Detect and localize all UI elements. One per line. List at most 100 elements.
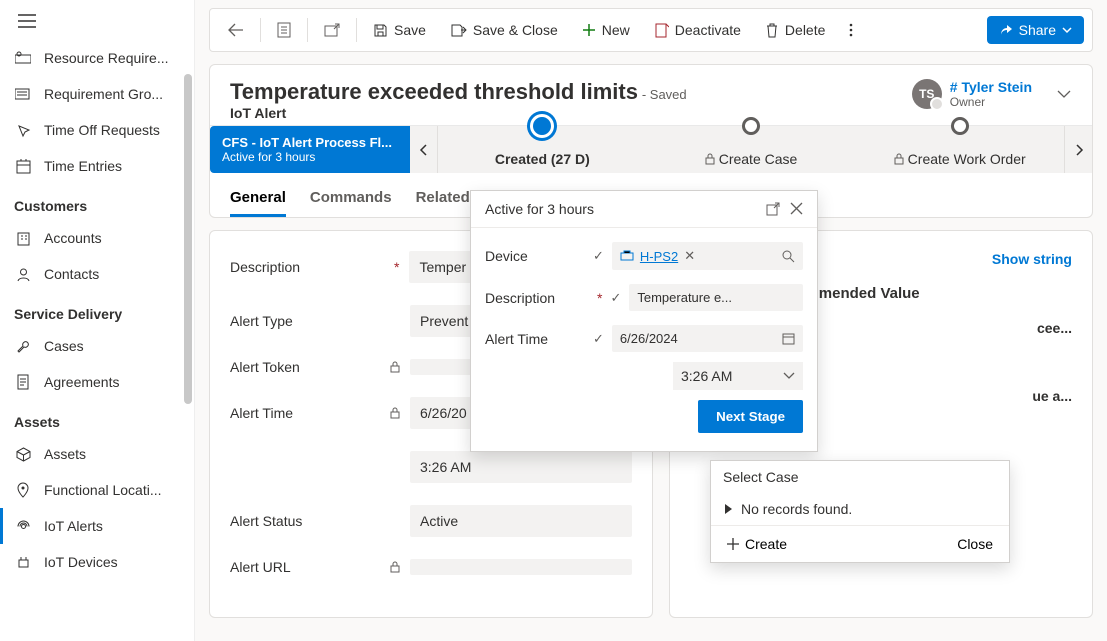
chevron-down-icon[interactable] [1056,89,1072,99]
dropdown-empty-text: No records found. [741,501,852,517]
check-icon: ✓ [593,248,604,264]
deactivate-icon [654,22,669,38]
device-link[interactable]: H-PS2 [640,249,678,264]
search-icon[interactable] [782,250,795,263]
record-type: IoT Alert [230,105,687,121]
deactivate-button[interactable]: Deactivate [644,16,751,44]
sidebar-item-time-off[interactable]: Time Off Requests [0,112,194,148]
sidebar-item-label: Time Off Requests [44,122,160,138]
field-alert-url: Alert URL [230,559,632,575]
wrench-icon [14,337,32,355]
delete-button[interactable]: Delete [755,16,835,44]
dropdown-heading: Select Case [711,461,1009,493]
sidebar-item-label: Assets [44,446,86,462]
flyout-field-alert-time[interactable]: Alert Time ✓ 6/26/2024 [485,325,803,352]
plus-icon [582,23,596,37]
sidebar-item-iot-alerts[interactable]: IoT Alerts [0,508,194,544]
sidebar-item-label: IoT Devices [44,554,118,570]
sidebar-item-agreements[interactable]: Agreements [0,364,194,400]
close-button[interactable]: Close [957,536,993,552]
stage-flyout: Active for 3 hours Device ✓ H-PS2 ✕ Desc… [470,190,818,452]
next-stage-button[interactable]: Next Stage [698,400,803,433]
select-case-dropdown: Select Case No records found. Create Clo… [710,460,1010,563]
trash-icon [765,22,779,38]
tab-general[interactable]: General [230,181,286,217]
create-button[interactable]: Create [727,536,787,552]
plus-icon [727,538,739,550]
requirement-group-icon [14,85,32,103]
sidebar-item-resource-requirements[interactable]: Resource Require... [0,40,194,76]
more-commands-button[interactable] [839,16,863,44]
calendar-icon[interactable] [782,332,795,345]
tab-commands[interactable]: Commands [310,181,392,217]
bpf-prev-button[interactable] [410,126,438,173]
sidebar: Resource Require... Requirement Gro... T… [0,0,195,641]
tab-related[interactable]: Related [416,181,470,217]
flyout-time-picker[interactable]: 3:26 AM [673,362,803,390]
device-icon [620,250,634,262]
iot-alert-icon [14,517,32,535]
time-off-icon [14,121,32,139]
stage-dot-icon [533,117,551,135]
field-alert-status[interactable]: Alert Status Active [230,505,632,537]
save-icon [373,23,388,38]
list-view-button[interactable] [267,16,301,44]
sidebar-item-contacts[interactable]: Contacts [0,256,194,292]
truncated-text: cee... [1037,320,1072,336]
resource-icon [14,49,32,67]
show-string-link[interactable]: Show string [992,251,1072,267]
remove-icon[interactable]: ✕ [684,248,695,264]
sidebar-scrollbar[interactable] [184,74,192,404]
flyout-field-description[interactable]: Description *✓ Temperature e... [485,284,803,311]
save-button[interactable]: Save [363,16,436,44]
open-new-window-button[interactable] [314,17,350,43]
flyout-title: Active for 3 hours [485,201,594,217]
lock-icon [390,561,400,573]
stage-dot-icon [742,117,760,135]
popout-icon[interactable] [766,202,780,216]
bpf-next-button[interactable] [1064,126,1092,173]
sidebar-item-cases[interactable]: Cases [0,328,194,364]
sidebar-heading-customers: Customers [0,184,194,220]
save-close-icon [450,23,467,38]
record-title: Temperature exceeded threshold limits [230,79,638,104]
sidebar-item-assets[interactable]: Assets [0,436,194,472]
share-button[interactable]: Share [987,16,1084,44]
owner-block[interactable]: TS # Tyler Stein Owner [912,79,1072,109]
bpf-stage-create-case[interactable]: Create Case [647,126,856,173]
new-button[interactable]: New [572,16,640,44]
business-process-flow: CFS - IoT Alert Process Fl... Active for… [210,125,1092,173]
building-icon [14,229,32,247]
command-bar: Save Save & Close New Deactivate Delete [209,8,1093,52]
owner-role: Owner [950,95,1032,109]
calendar-icon [14,157,32,175]
record-saved-indicator: - Saved [642,87,687,102]
sidebar-item-requirement-groups[interactable]: Requirement Gro... [0,76,194,112]
save-close-button[interactable]: Save & Close [440,16,568,44]
sidebar-item-time-entries[interactable]: Time Entries [0,148,194,184]
sidebar-item-functional-locations[interactable]: Functional Locati... [0,472,194,508]
sidebar-heading-service: Service Delivery [0,292,194,328]
box-icon [14,445,32,463]
sidebar-item-label: Requirement Gro... [44,86,163,102]
bpf-stage-create-work-order[interactable]: Create Work Order [855,126,1064,173]
flyout-field-device[interactable]: Device ✓ H-PS2 ✕ [485,242,803,270]
lock-icon [390,407,400,419]
hamburger-icon[interactable] [0,6,194,36]
sidebar-item-label: Agreements [44,374,119,390]
lock-icon [894,153,904,165]
sidebar-item-iot-devices[interactable]: IoT Devices [0,544,194,580]
sidebar-item-label: Accounts [44,230,102,246]
sidebar-item-label: Time Entries [44,158,122,174]
document-icon [14,373,32,391]
bpf-stage-created[interactable]: Created (27 D) [438,126,647,173]
field-alert-time-clock: 3:26 AM [230,451,632,483]
sidebar-item-accounts[interactable]: Accounts [0,220,194,256]
close-icon[interactable] [790,202,803,216]
avatar: TS [912,79,942,109]
back-button[interactable] [218,17,254,43]
sidebar-item-label: Functional Locati... [44,482,162,498]
bpf-process-label[interactable]: CFS - IoT Alert Process Fl... Active for… [210,126,410,173]
stage-dot-icon [951,117,969,135]
truncated-text: ue a... [1032,388,1072,404]
